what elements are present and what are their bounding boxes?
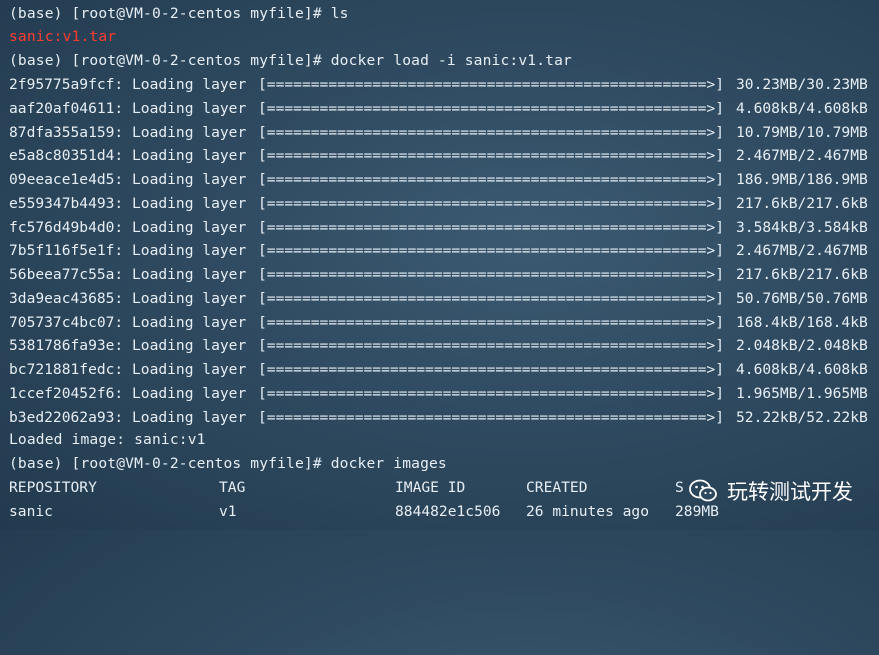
layer-progress-bar-text: [=======================================… bbox=[258, 194, 724, 212]
layer-progress-bar: [=======================================… bbox=[258, 359, 724, 381]
layer-id-label: 705737c4bc07: Loading layer bbox=[9, 313, 247, 331]
terminal-window[interactable]: (base) [root@VM-0-2-centos myfile]# ls s… bbox=[0, 0, 879, 530]
watermark-text: 玩转测试开发 bbox=[727, 480, 853, 504]
header-tag: TAG bbox=[219, 479, 246, 496]
layer-progress-bar-text: [=======================================… bbox=[258, 76, 724, 93]
layer-progress-size: 3.584kB/3.584kB bbox=[736, 218, 868, 236]
layer-row: 1ccef20452f6: Loading layer [============… bbox=[9, 383, 879, 405]
layer-progress-bar: [=======================================… bbox=[258, 74, 724, 96]
layer-progress-bar: [=======================================… bbox=[258, 240, 724, 262]
prompt-docker-load: (base) [root@VM-0-2-centos myfile]# dock… bbox=[9, 52, 572, 69]
layer-id-label: 7b5f116f5e1f: Loading layer bbox=[9, 242, 247, 260]
layer-id-label: e559347b4493: Loading layer bbox=[9, 194, 247, 212]
layer-row: 5381786fa93e: Loading layer [============… bbox=[9, 335, 879, 357]
layer-progress-bar-text: [=======================================… bbox=[258, 123, 724, 141]
layer-id-label: 87dfa355a159: Loading layer bbox=[9, 123, 247, 141]
layer-id-label: fc576d49b4d0: Loading layer bbox=[9, 218, 247, 236]
prompt-ls: (base) [root@VM-0-2-centos myfile]# ls bbox=[9, 5, 349, 22]
header-image-id: IMAGE ID bbox=[395, 479, 466, 496]
layer-row: 3da9eac43685: Loading layer [============… bbox=[9, 288, 879, 310]
layer-progress-size: 1.965MB/1.965MB bbox=[736, 384, 868, 402]
layer-id-label: 2f95775a9fcf: Loading layer bbox=[9, 76, 247, 93]
layer-row: 2f95775a9fcf: Loading layer [============… bbox=[9, 74, 879, 96]
layer-progress-bar-text: [=======================================… bbox=[258, 313, 724, 331]
layer-progress-bar: [=======================================… bbox=[258, 169, 724, 191]
layer-row: 87dfa355a159: Loading layer [============… bbox=[9, 122, 879, 144]
image-repository: sanic bbox=[9, 503, 53, 520]
layer-row: 56beea77c55a: Loading layer [============… bbox=[9, 264, 879, 286]
layer-progress-bar-text: [=======================================… bbox=[258, 147, 724, 165]
layer-row: 7b5f116f5e1f: Loading layer [============… bbox=[9, 240, 879, 262]
layer-progress-size: 2.048kB/2.048kB bbox=[736, 337, 868, 355]
layer-progress-size: 52.22kB/52.22kB bbox=[736, 408, 868, 426]
layer-progress-size: 30.23MB/30.23MB bbox=[736, 76, 868, 93]
layer-progress-bar: [=======================================… bbox=[258, 264, 724, 286]
layer-progress-size: 10.79MB/10.79MB bbox=[736, 123, 868, 141]
layer-progress-bar-text: [=======================================… bbox=[258, 384, 724, 402]
layer-progress-bar-text: [=======================================… bbox=[258, 171, 724, 188]
layer-id-label: b3ed22062a93: Loading layer bbox=[9, 408, 247, 426]
layer-progress-bar: [=======================================… bbox=[258, 217, 724, 239]
ls-output-file: sanic:v1.tar bbox=[9, 28, 117, 45]
layer-progress-bar-text: [=======================================… bbox=[258, 99, 724, 117]
layer-row: e559347b4493: Loading layer [============… bbox=[9, 193, 879, 215]
layer-progress-bar: [=======================================… bbox=[258, 122, 724, 144]
layer-id-label: bc721881fedc: Loading layer bbox=[9, 361, 247, 378]
header-created: CREATED bbox=[526, 479, 588, 496]
layer-id-label: 56beea77c55a: Loading layer bbox=[9, 266, 247, 283]
layer-id-label: 5381786fa93e: Loading layer bbox=[9, 337, 247, 355]
layer-progress-size: 217.6kB/217.6kB bbox=[736, 194, 868, 212]
layer-progress-bar-text: [=======================================… bbox=[258, 242, 724, 260]
wechat-icon bbox=[689, 479, 717, 502]
image-id: 884482e1c506 bbox=[395, 503, 501, 520]
layer-row: 09eeace1e4d5: Loading layer [============… bbox=[9, 169, 879, 191]
layer-id-label: aaf20af04611: Loading layer bbox=[9, 99, 247, 117]
layer-progress-bar-text: [=======================================… bbox=[258, 408, 724, 426]
layer-progress-bar: [=======================================… bbox=[258, 145, 724, 167]
layer-progress-bar-text: [=======================================… bbox=[258, 337, 724, 355]
layer-progress-bar: [=======================================… bbox=[258, 407, 724, 429]
layer-row: bc721881fedc: Loading layer [============… bbox=[9, 359, 879, 381]
layer-progress-bar-text: [=======================================… bbox=[258, 218, 724, 236]
layer-row: e5a8c80351d4: Loading layer [============… bbox=[9, 145, 879, 167]
layer-progress-size: 2.467MB/2.467MB bbox=[736, 147, 868, 165]
layer-id-label: 09eeace1e4d5: Loading layer bbox=[9, 171, 247, 188]
header-repository: REPOSITORY bbox=[9, 479, 97, 496]
header-size: S bbox=[675, 479, 684, 496]
layer-row: aaf20af04611: Loading layer [============… bbox=[9, 98, 879, 120]
layer-progress-bar: [=======================================… bbox=[258, 383, 724, 405]
layer-progress-size: 168.4kB/168.4kB bbox=[736, 313, 868, 331]
layer-progress-bar-text: [=======================================… bbox=[258, 289, 724, 307]
layer-progress-size: 4.608kB/4.608kB bbox=[736, 361, 868, 378]
layer-progress-size: 4.608kB/4.608kB bbox=[736, 99, 868, 117]
layer-progress-bar: [=======================================… bbox=[258, 193, 724, 215]
loaded-image-message: Loaded image: sanic:v1 bbox=[9, 431, 206, 448]
layer-progress-size: 217.6kB/217.6kB bbox=[736, 266, 868, 283]
layer-id-label: 3da9eac43685: Loading layer bbox=[9, 289, 247, 307]
layer-id-label: e5a8c80351d4: Loading layer bbox=[9, 147, 247, 165]
layer-progress-bar: [=======================================… bbox=[258, 98, 724, 120]
layer-progress-bar: [=======================================… bbox=[258, 335, 724, 357]
layer-progress-size: 50.76MB/50.76MB bbox=[736, 289, 868, 307]
layer-row: fc576d49b4d0: Loading layer [============… bbox=[9, 217, 879, 239]
layer-id-label: 1ccef20452f6: Loading layer bbox=[9, 384, 247, 402]
layer-row: b3ed22062a93: Loading layer [============… bbox=[9, 407, 879, 429]
prompt-docker-images: (base) [root@VM-0-2-centos myfile]# dock… bbox=[9, 455, 447, 472]
layer-progress-bar-text: [=======================================… bbox=[258, 266, 724, 283]
image-created: 26 minutes ago bbox=[526, 503, 650, 520]
layer-progress-size: 2.467MB/2.467MB bbox=[736, 242, 868, 260]
layer-row: 705737c4bc07: Loading layer [============… bbox=[9, 312, 879, 334]
layer-progress-bar: [=======================================… bbox=[258, 288, 724, 310]
layer-progress-bar: [=======================================… bbox=[258, 312, 724, 334]
image-tag: v1 bbox=[219, 503, 237, 520]
layer-progress-size: 186.9MB/186.9MB bbox=[736, 171, 868, 188]
layer-progress-bar-text: [=======================================… bbox=[258, 361, 724, 378]
watermark: 玩转测试开发 bbox=[689, 476, 853, 506]
